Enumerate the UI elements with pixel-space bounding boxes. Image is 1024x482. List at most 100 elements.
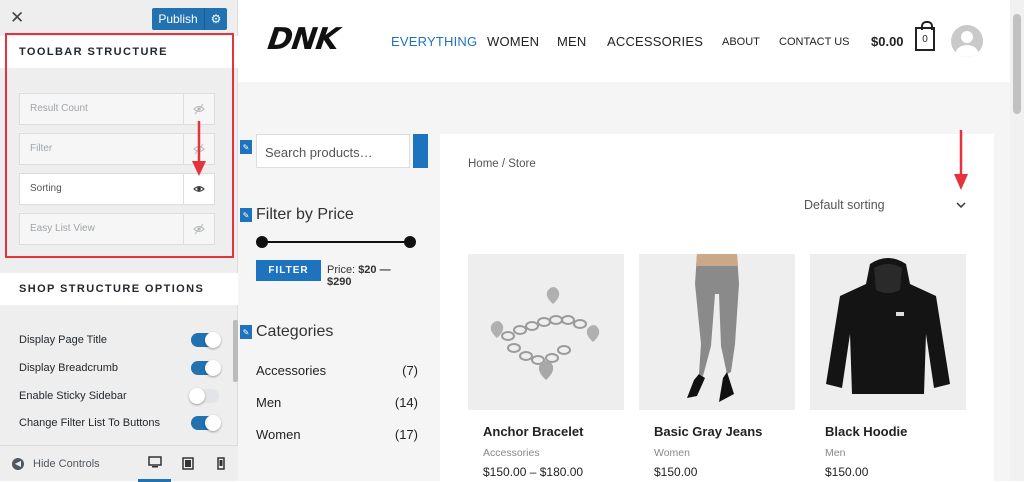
toolbar-item-sorting[interactable]: Sorting [19,173,215,205]
toolbar-item-easy-list-view[interactable]: Easy List View [19,213,215,245]
search-input[interactable]: Search products… [256,134,410,168]
desktop-icon [147,456,162,468]
nav-contact-us[interactable]: CONTACT US [779,36,850,48]
search-placeholder: Search products… [265,145,373,160]
search-button[interactable] [413,134,428,168]
category-name[interactable]: Women [256,427,395,442]
scrollbar-thumb[interactable] [1013,14,1021,114]
price-label: Price: [327,264,356,276]
category-item[interactable]: Men (14) [256,395,418,410]
option-enable-sticky-sidebar[interactable]: Enable Sticky Sidebar [19,386,219,406]
option-label: Display Page Title [19,334,108,346]
nav-women[interactable]: WOMEN [487,34,539,49]
slider-handle-min[interactable] [256,236,268,248]
product-card[interactable]: Black Hoodie Men $150.00 [810,254,966,479]
product-card[interactable]: Anchor Bracelet Accessories $150.00 – $1… [468,254,624,479]
cart-icon[interactable]: 0 [915,21,935,51]
toggle-switch[interactable] [191,332,221,348]
toolbar-structure-title: TOOLBAR STRUCTURE [0,36,238,68]
option-display-breadcrumb[interactable]: Display Breadcrumb [19,358,221,378]
bracelet-image [490,287,600,380]
customizer-panel: ✕ Publish ⚙ TOOLBAR STRUCTURE Result Cou… [0,0,238,482]
publish-button[interactable]: Publish ⚙ [152,8,227,30]
mobile-icon [216,457,225,470]
toolbar-item-label: Filter [30,143,53,154]
desktop-preview-button[interactable] [138,446,171,482]
chevron-down-icon [956,198,966,212]
product-price: $150.00 – $180.00 [483,465,584,479]
edit-pencil-icon[interactable]: ✎ [240,208,252,222]
toolbar-item-filter[interactable]: Filter [19,133,215,165]
slider-handle-max[interactable] [404,236,416,248]
customizer-top-bar: ✕ Publish ⚙ [0,0,237,36]
gear-icon[interactable]: ⚙ [205,12,227,26]
tablet-icon [181,457,194,470]
option-display-page-title[interactable]: Display Page Title [19,330,221,350]
avatar[interactable] [951,25,983,57]
category-name[interactable]: Men [256,395,395,410]
hoodie-image [826,258,950,394]
categories-title: Categories [256,323,334,340]
cart-count: 0 [922,33,928,45]
toolbar-item-label: Sorting [30,183,62,194]
product-price: $150.00 [654,465,698,479]
edit-pencil-icon[interactable]: ✎ [240,140,252,154]
cart-total[interactable]: $0.00 [871,34,904,49]
option-label: Display Breadcrumb [19,362,119,374]
red-arrow-down-icon [954,130,968,190]
edit-pencil-icon[interactable]: ✎ [240,325,252,339]
nav-everything[interactable]: EVERYTHING [391,34,477,49]
product-name[interactable]: Basic Gray Jeans [654,424,795,439]
toggle-switch[interactable] [191,360,221,376]
product-price: $150.00 [825,465,869,479]
product-name[interactable]: Anchor Bracelet [483,424,624,439]
collapse-icon: ◀ [12,457,24,470]
sorting-select[interactable]: Default sorting [804,198,966,212]
page-scrollbar[interactable] [1010,0,1024,481]
category-count: (17) [394,427,418,442]
category-item[interactable]: Women (17) [256,427,418,442]
tablet-preview-button[interactable] [171,446,204,482]
product-image[interactable] [810,254,966,410]
site-preview: DNK EVERYTHING WOMEN MEN ACCESSORIES ABO… [238,0,1010,481]
toolbar-item-label: Easy List View [30,223,95,234]
shop-main: Home / Store Default sorting Anchor Brac… [440,130,994,481]
toggle-switch[interactable] [191,415,221,431]
site-header: DNK EVERYTHING WOMEN MEN ACCESSORIES ABO… [238,0,1010,82]
toggle-switch[interactable] [189,388,219,404]
option-label: Enable Sticky Sidebar [19,390,127,402]
toolbar-item-label: Result Count [30,103,88,114]
product-card[interactable]: Basic Gray Jeans Women $150.00 [639,254,795,479]
jeans-image [687,254,739,402]
nav-accessories[interactable]: ACCESSORIES [607,34,703,49]
product-name[interactable]: Black Hoodie [825,424,966,439]
nav-men[interactable]: MEN [557,34,587,49]
product-category[interactable]: Accessories [483,447,624,459]
product-image[interactable] [639,254,795,410]
filter-button[interactable]: FILTER [256,260,321,281]
hide-controls-button[interactable]: ◀ Hide Controls [0,457,138,470]
site-logo[interactable]: DNK [266,22,341,57]
eye-hidden-icon[interactable] [183,214,214,244]
red-arrow-down-icon [192,121,206,176]
category-count: (14) [394,395,418,410]
breadcrumb[interactable]: Home / Store [468,158,536,170]
eye-icon[interactable] [183,174,214,204]
category-name[interactable]: Accessories [256,363,402,378]
option-filter-list-buttons[interactable]: Change Filter List To Buttons [19,413,221,433]
product-category[interactable]: Men [825,447,966,459]
nav-about[interactable]: ABOUT [722,36,760,48]
filter-by-price-title: Filter by Price [256,206,354,223]
publish-label[interactable]: Publish [152,8,205,30]
eye-hidden-icon[interactable] [183,94,214,124]
mobile-preview-button[interactable] [204,446,237,482]
price-slider[interactable] [256,236,416,248]
toolbar-item-result-count[interactable]: Result Count [19,93,215,125]
hide-controls-label: Hide Controls [33,457,100,470]
category-item[interactable]: Accessories (7) [256,363,418,378]
product-category[interactable]: Women [654,447,795,459]
close-icon[interactable]: ✕ [10,9,24,27]
price-range-label: Price: $20 — $290 [327,264,418,288]
shop-structure-title: SHOP STRUCTURE OPTIONS [0,273,238,305]
product-image[interactable] [468,254,624,410]
